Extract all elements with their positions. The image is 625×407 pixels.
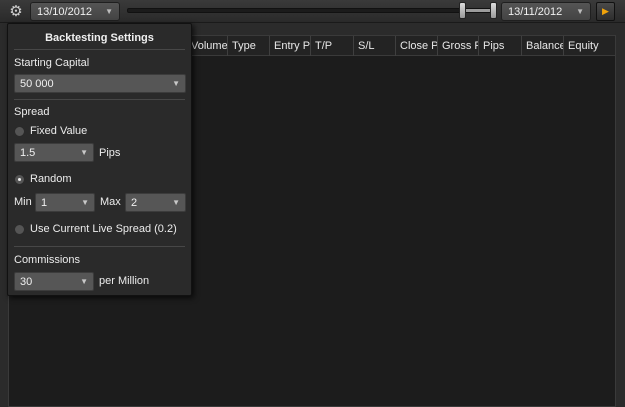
chevron-down-icon: ▼: [105, 7, 113, 16]
date-to-value: 13/11/2012: [508, 5, 563, 18]
min-value: 1: [41, 197, 48, 209]
divider: [14, 49, 185, 50]
chevron-down-icon: ▼: [172, 79, 180, 88]
column-header-entry-price[interactable]: Entry Pr: [270, 36, 311, 56]
gear-icon[interactable]: ⚙: [6, 2, 26, 20]
chevron-down-icon: ▼: [80, 148, 88, 157]
random-label[interactable]: Random: [30, 173, 72, 185]
min-label: Min: [14, 196, 32, 208]
pips-label: Pips: [99, 147, 121, 159]
max-label: Max: [100, 196, 121, 208]
chevron-down-icon: ▼: [81, 198, 89, 207]
divider: [14, 246, 185, 247]
live-spread-radio[interactable]: [14, 224, 25, 235]
column-header-balance[interactable]: Balance: [522, 36, 564, 56]
commissions-value: 30: [20, 276, 33, 288]
max-select[interactable]: 2 ▼: [125, 193, 186, 212]
play-icon: ▶: [602, 6, 609, 16]
chevron-down-icon: ▼: [80, 277, 88, 286]
date-range-selection: [462, 9, 493, 12]
toolbar: ⚙ 13/10/2012 ▼ 13/11/2012 ▼ ▶: [0, 0, 625, 23]
starting-capital-label: Starting Capital: [14, 57, 90, 69]
range-end-handle[interactable]: [490, 2, 497, 19]
fixed-value-value: 1.5: [20, 147, 36, 159]
column-header-pips[interactable]: Pips: [479, 36, 522, 56]
backtesting-settings-popup: Backtesting Settings Starting Capital 50…: [7, 23, 192, 296]
column-header-gross-profit[interactable]: Gross P: [438, 36, 479, 56]
commissions-select[interactable]: 30 ▼: [14, 272, 94, 291]
column-header-tp[interactable]: T/P: [311, 36, 354, 56]
range-start-handle[interactable]: [459, 2, 466, 19]
random-radio[interactable]: [14, 174, 25, 185]
chevron-down-icon: ▼: [576, 7, 584, 16]
column-header-equity[interactable]: Equity: [564, 36, 615, 56]
column-header-type[interactable]: Type: [228, 36, 270, 56]
divider: [14, 99, 185, 100]
fixed-value-radio[interactable]: [14, 126, 25, 137]
starting-capital-value: 50 000: [20, 78, 54, 90]
popup-title: Backtesting Settings: [45, 32, 154, 44]
column-header-sl[interactable]: S/L: [354, 36, 396, 56]
min-select[interactable]: 1 ▼: [35, 193, 95, 212]
live-spread-label[interactable]: Use Current Live Spread (0.2): [30, 223, 177, 235]
date-from-value: 13/10/2012: [37, 5, 93, 18]
max-value: 2: [131, 197, 138, 209]
commissions-label: Commissions: [14, 254, 81, 266]
play-button[interactable]: ▶: [596, 2, 615, 21]
spread-label: Spread: [14, 106, 50, 118]
per-million-label: per Million: [99, 275, 150, 287]
column-header-volume[interactable]: Volume: [187, 36, 228, 56]
date-from-select[interactable]: 13/10/2012 ▼: [30, 2, 120, 21]
date-range-slider[interactable]: [127, 8, 495, 13]
starting-capital-select[interactable]: 50 000 ▼: [14, 74, 186, 93]
fixed-value-select[interactable]: 1.5 ▼: [14, 143, 94, 162]
column-header-close-price[interactable]: Close P: [396, 36, 438, 56]
fixed-value-label[interactable]: Fixed Value: [30, 125, 87, 137]
chevron-down-icon: ▼: [172, 198, 180, 207]
date-to-select[interactable]: 13/11/2012 ▼: [501, 2, 591, 21]
